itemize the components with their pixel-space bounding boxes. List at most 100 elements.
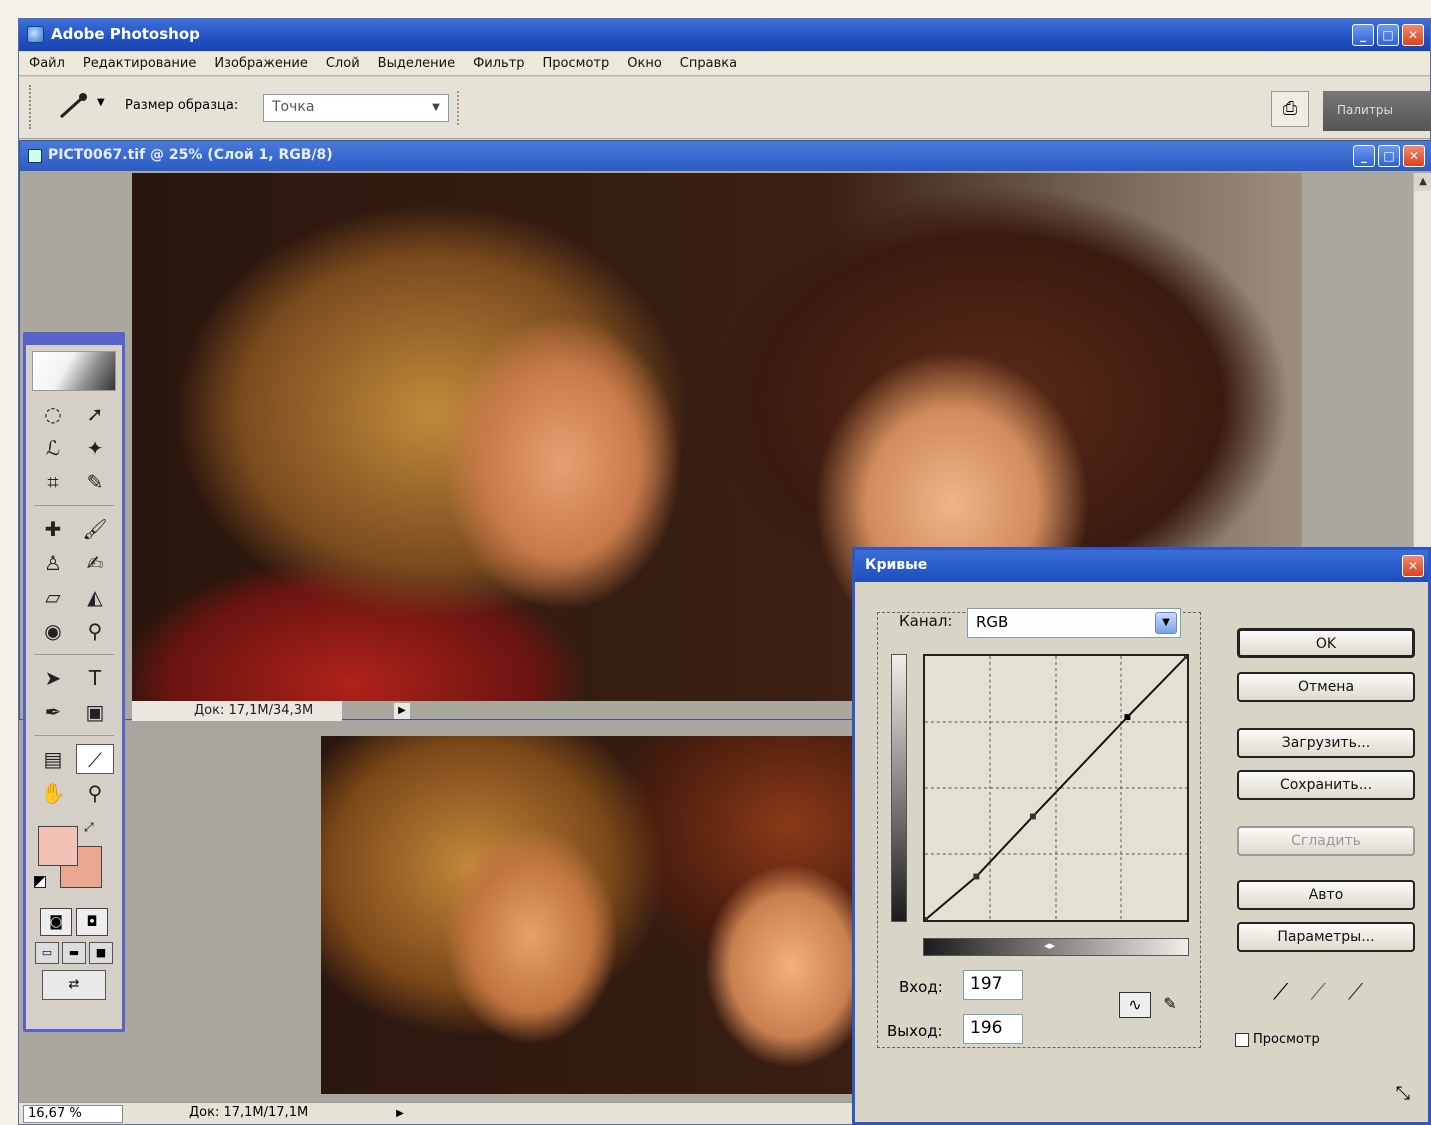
adobe-feather-logo[interactable] (32, 351, 116, 391)
channel-select[interactable]: RGB ▼ (967, 608, 1181, 638)
curve-point[interactable] (1184, 654, 1189, 659)
full-screen-button[interactable]: ■ (89, 942, 113, 964)
doc-size-status: Док: 17,1M/17,1M (189, 1105, 309, 1120)
load-button[interactable]: Загрузить... (1237, 728, 1415, 758)
menu-filter[interactable]: Фильтр (473, 56, 524, 71)
output-value-field[interactable]: 196 (963, 1014, 1023, 1044)
shape-tool-icon[interactable]: ▣ (76, 697, 114, 727)
gray-point-eyedropper-icon[interactable]: ⟋ (1310, 980, 1325, 1005)
eyedropper-tool-icon[interactable]: ⟋ (76, 744, 114, 774)
eyedropper-icon[interactable] (53, 91, 93, 121)
path-selection-tool-icon[interactable]: ➤ (34, 663, 72, 693)
curve-tool-icon[interactable]: ∿ (1119, 992, 1151, 1018)
dodge-tool-icon[interactable]: ⚲ (76, 616, 114, 646)
save-button[interactable]: Сохранить... (1237, 770, 1415, 800)
menu-layer[interactable]: Слой (326, 56, 360, 71)
full-screen-menu-button[interactable]: ▬ (62, 942, 86, 964)
lasso-tool-icon[interactable]: ℒ (34, 433, 72, 463)
zoom-field[interactable]: 16,67 % (23, 1105, 123, 1123)
menu-file[interactable]: Файл (29, 56, 65, 71)
move-tool-icon[interactable]: ➚ (76, 399, 114, 429)
auto-button[interactable]: Авто (1237, 880, 1415, 910)
document-titlebar: PICT0067.tif @ 25% (Слой 1, RGB/8) _ □ ✕ (20, 141, 1431, 171)
status-menu-arrow-icon[interactable]: ▶ (394, 703, 410, 719)
input-value-field[interactable]: 197 (963, 970, 1023, 1000)
toolbox-header[interactable] (26, 335, 122, 345)
jump-to-imageready-button[interactable]: ⇄ (42, 970, 106, 1000)
input-gradient-bar: ◂▸ (923, 938, 1189, 956)
toolbox: ◌ ➚ ℒ ✦ ⌗ ✎ ✚ 🖌 ♙ ✍ ▱ ◭ ◉ ⚲ ➤ T ✒ ▣ ▤ ⟋ … (23, 332, 125, 1032)
curve-point[interactable] (973, 873, 980, 880)
marquee-tool-icon[interactable]: ◌ (34, 399, 72, 429)
doc-maximize-button[interactable]: □ (1378, 145, 1400, 167)
cancel-button[interactable]: Отмена (1237, 672, 1415, 702)
document-status: Док: 17,1M/34,3M (132, 701, 342, 721)
type-tool-icon[interactable]: T (76, 663, 114, 693)
smooth-button[interactable]: Сгладить (1237, 826, 1415, 856)
sample-size-label: Размер образца: (125, 98, 239, 113)
menu-view[interactable]: Просмотр (543, 56, 610, 71)
brush-tool-icon[interactable]: 🖌 (76, 514, 114, 544)
scroll-up-icon[interactable]: ▲ (1414, 173, 1431, 191)
doc-close-button[interactable]: ✕ (1403, 145, 1425, 167)
white-point-eyedropper-icon[interactable]: ⟋ (1348, 980, 1363, 1005)
crop-tool-icon[interactable]: ⌗ (34, 467, 72, 497)
curve-point[interactable] (1124, 714, 1131, 721)
blur-tool-icon[interactable]: ◉ (34, 616, 72, 646)
close-button[interactable]: ✕ (1402, 24, 1424, 46)
expand-dialog-icon[interactable]: ⤡ (1396, 1083, 1410, 1104)
menu-select[interactable]: Выделение (378, 56, 455, 71)
maximize-button[interactable]: □ (1377, 24, 1399, 46)
slice-tool-icon[interactable]: ✎ (76, 467, 114, 497)
paint-bucket-tool-icon[interactable]: ◭ (76, 582, 114, 612)
app-title: Adobe Photoshop (51, 25, 200, 43)
ok-button[interactable]: OK (1237, 628, 1415, 658)
history-brush-tool-icon[interactable]: ✍ (76, 548, 114, 578)
menu-edit[interactable]: Редактирование (83, 56, 196, 71)
photoshop-icon (27, 26, 44, 43)
curve-point[interactable] (1029, 813, 1036, 820)
options-button[interactable]: Параметры... (1237, 922, 1415, 952)
clone-stamp-tool-icon[interactable]: ♙ (34, 548, 72, 578)
zoom-tool-icon[interactable]: ⚲ (76, 778, 114, 808)
doc-minimize-button[interactable]: _ (1353, 145, 1375, 167)
tool-preset-arrow-icon[interactable]: ▼ (97, 97, 105, 108)
curve-graph[interactable] (923, 654, 1189, 922)
menu-help[interactable]: Справка (680, 56, 737, 71)
standard-screen-button[interactable]: ▭ (35, 942, 59, 964)
menu-image[interactable]: Изображение (214, 56, 307, 71)
second-document-canvas-photo[interactable] (321, 736, 881, 1094)
pencil-tool-icon[interactable]: ✎ (1157, 992, 1183, 1018)
options-bar-grip[interactable] (29, 85, 32, 129)
magic-wand-tool-icon[interactable]: ✦ (76, 433, 114, 463)
status-arrow-icon[interactable]: ▶ (391, 1105, 409, 1123)
output-gradient-bar (891, 654, 907, 922)
output-label: Выход: (887, 1022, 943, 1040)
swap-colors-icon[interactable]: ⤢ (84, 820, 94, 835)
minimize-button[interactable]: _ (1352, 24, 1374, 46)
curve-point[interactable] (923, 917, 928, 922)
notes-tool-icon[interactable]: ▤ (34, 744, 72, 774)
preview-checkbox-box[interactable] (1235, 1032, 1249, 1047)
default-colors-icon[interactable] (34, 876, 46, 888)
standard-mode-button[interactable]: ◙ (40, 908, 72, 936)
dialog-close-icon[interactable]: ✕ (1402, 555, 1424, 577)
preview-checkbox[interactable]: Просмотр (1235, 1032, 1320, 1047)
file-browser-icon[interactable]: ⎙ (1271, 91, 1309, 127)
menu-window[interactable]: Окно (627, 56, 662, 71)
black-point-eyedropper-icon[interactable]: ⟋ (1273, 980, 1288, 1005)
pen-tool-icon[interactable]: ✒ (34, 697, 72, 727)
chevron-down-icon[interactable]: ▼ (1155, 612, 1177, 634)
sample-size-select[interactable]: Точка ▼ (263, 94, 449, 122)
hand-tool-icon[interactable]: ✋ (34, 778, 72, 808)
app-titlebar: Adobe Photoshop _ □ ✕ (19, 19, 1430, 51)
eraser-tool-icon[interactable]: ▱ (34, 582, 72, 612)
quick-mask-button[interactable]: ◘ (76, 908, 108, 936)
foreground-color-swatch[interactable] (38, 826, 78, 866)
curves-dialog: Кривые ✕ Канал: RGB ▼ ◂▸ Вход: 197 Выход… (852, 547, 1431, 1125)
color-swatches: ⤢ (32, 820, 116, 900)
healing-brush-tool-icon[interactable]: ✚ (34, 514, 72, 544)
chevron-down-icon[interactable]: ▼ (427, 98, 445, 118)
palette-well[interactable]: Палитры (1323, 91, 1431, 131)
gradient-toggle-icon[interactable]: ◂▸ (1044, 939, 1055, 952)
